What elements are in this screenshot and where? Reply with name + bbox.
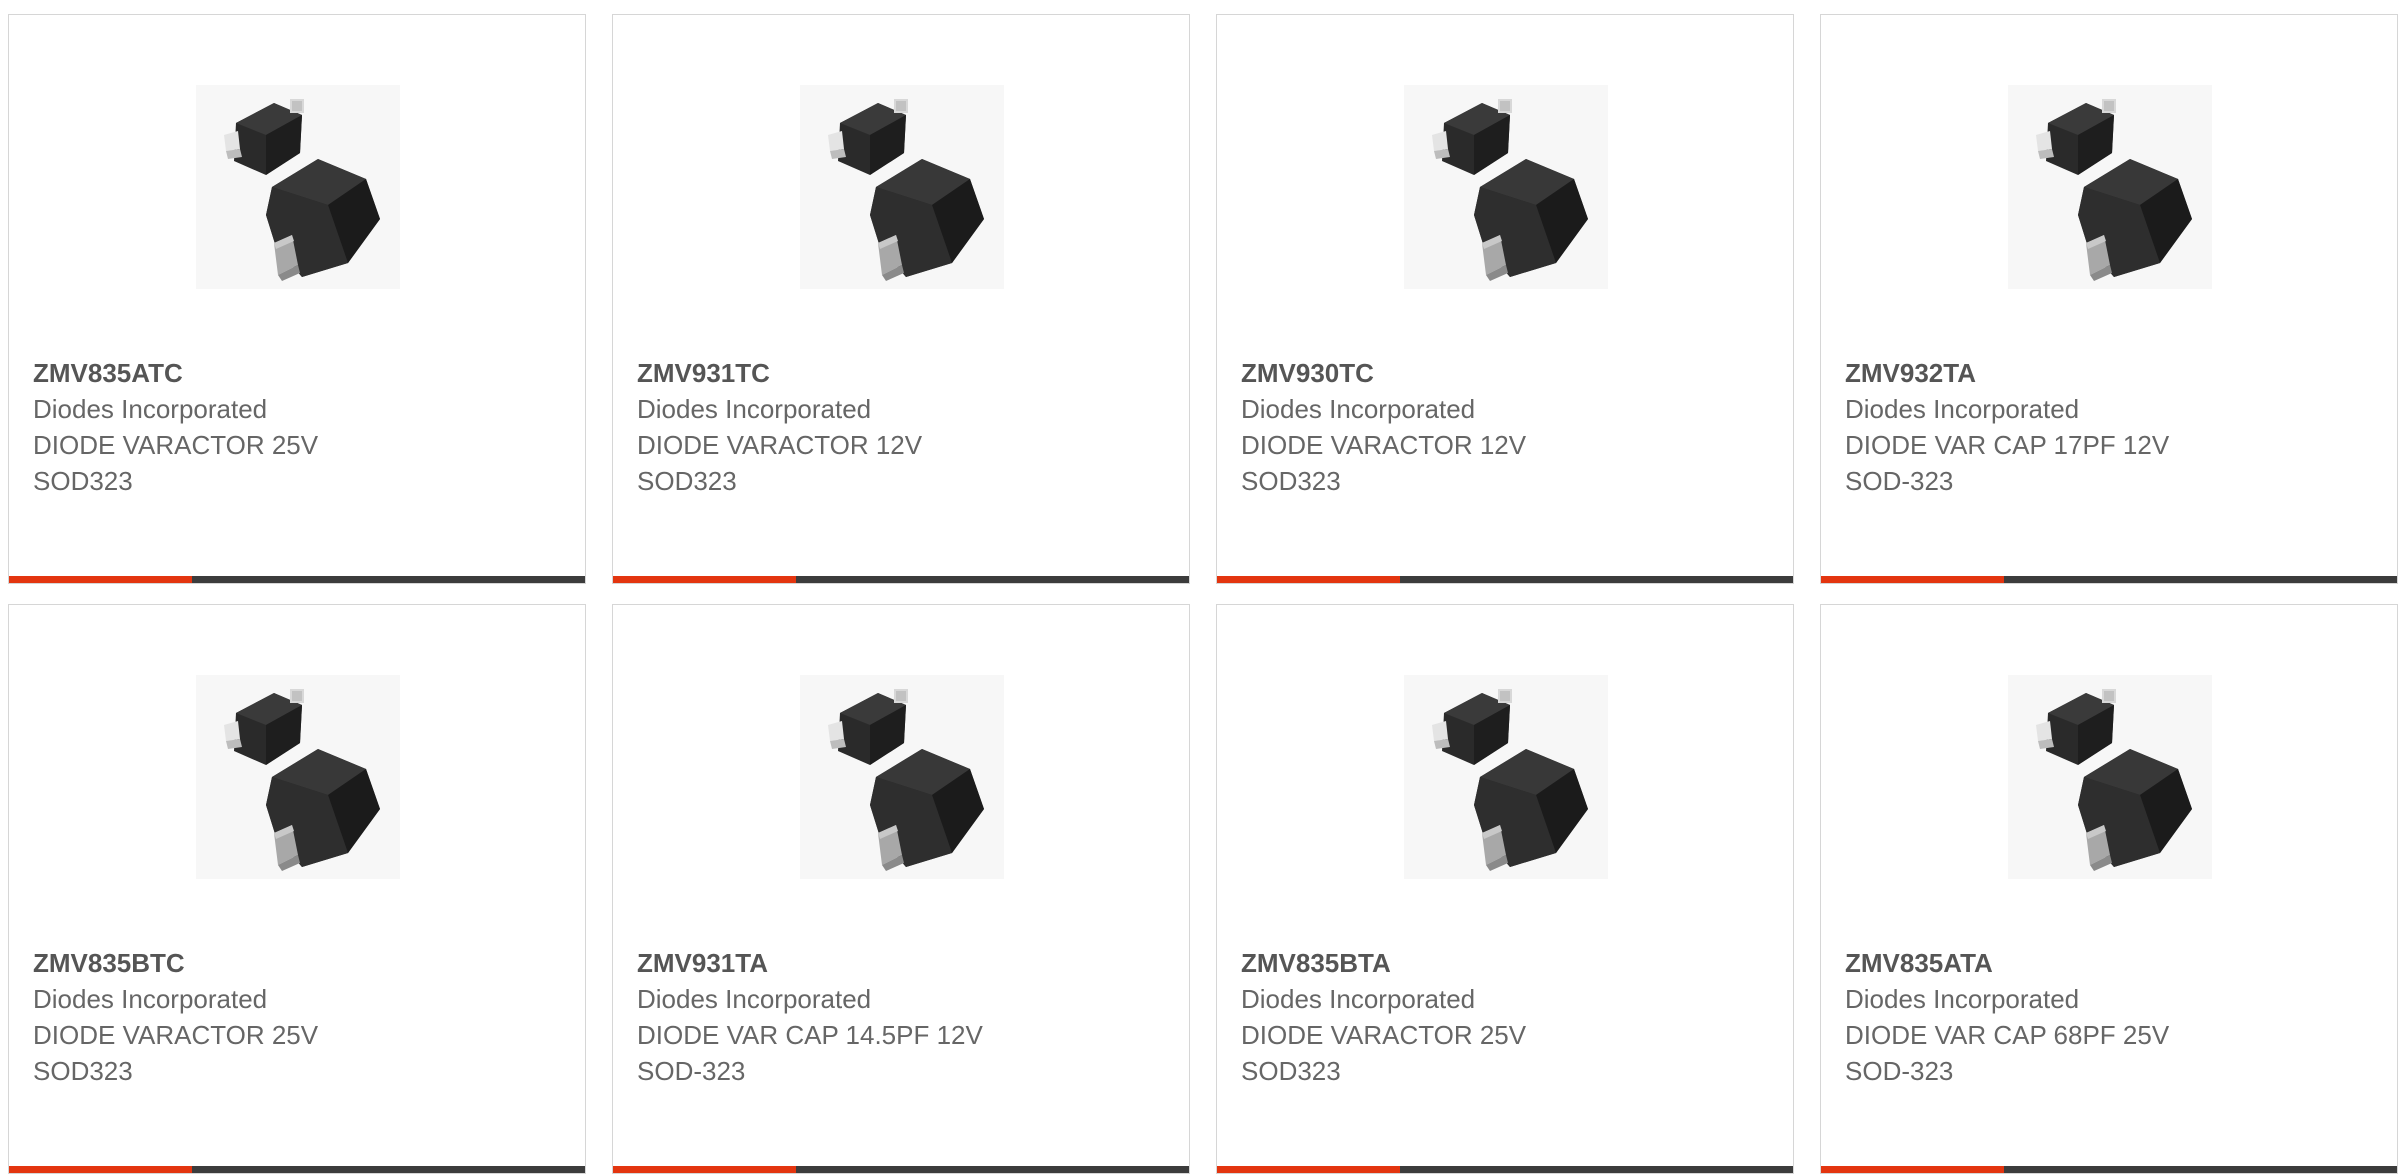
manufacturer-name: Diodes Incorporated — [1241, 394, 1476, 424]
manufacturer-name: Diodes Incorporated — [33, 984, 268, 1014]
package-type: SOD-323 — [637, 1056, 746, 1086]
product-description: DIODE VAR CAP 68PF 25V — [1845, 1020, 2170, 1050]
card-bottom-bar — [613, 1166, 1189, 1173]
card-accent-bar — [9, 576, 192, 583]
product-card[interactable]: ZMV835BTC Diodes Incorporated DIODE VARACT… — [8, 604, 586, 1174]
product-image[interactable] — [1404, 675, 1608, 879]
sod323-diode-package-image — [2036, 99, 2192, 281]
manufacturer-name: Diodes Incorporated — [637, 394, 872, 424]
product-image[interactable] — [2008, 675, 2212, 879]
product-info: ZMV932TA Diodes Incorporated DIODE VAR CAP… — [1845, 355, 2377, 499]
product-info: ZMV835BTC Diodes Incorporated DIODE VARACT… — [33, 945, 565, 1089]
package-type: SOD323 — [33, 466, 133, 496]
card-accent-bar — [613, 1166, 796, 1173]
part-number[interactable]: ZMV835ATC — [33, 355, 565, 391]
card-bottom-bar — [1821, 576, 2397, 583]
product-image[interactable] — [196, 85, 400, 289]
manufacturer-name: Diodes Incorporated — [1241, 984, 1476, 1014]
part-number[interactable]: ZMV835BTC — [33, 945, 565, 981]
product-description: DIODE VARACTOR 12V — [637, 430, 923, 460]
product-description: DIODE VARACTOR 25V — [33, 1020, 319, 1050]
product-info: ZMV835ATA Diodes Incorporated DIODE VAR CA… — [1845, 945, 2377, 1089]
card-bottom-bar — [9, 1166, 585, 1173]
card-bottom-bar — [9, 576, 585, 583]
sod323-diode-package-image — [2036, 689, 2192, 871]
card-accent-bar — [1217, 1166, 1400, 1173]
product-description: DIODE VARACTOR 25V — [33, 430, 319, 460]
product-info: ZMV931TA Diodes Incorporated DIODE VAR CAP… — [637, 945, 1169, 1089]
product-image[interactable] — [800, 85, 1004, 289]
card-bottom-bar — [1217, 1166, 1793, 1173]
product-info: ZMV931TC Diodes Incorporated DIODE VARACTO… — [637, 355, 1169, 499]
package-type: SOD-323 — [1845, 1056, 1954, 1086]
card-accent-bar — [9, 1166, 192, 1173]
card-bottom-bar — [1821, 1166, 2397, 1173]
sod323-diode-package-image — [1432, 689, 1588, 871]
product-description: DIODE VARACTOR 25V — [1241, 1020, 1527, 1050]
part-number[interactable]: ZMV835BTA — [1241, 945, 1773, 981]
product-card[interactable]: ZMV932TA Diodes Incorporated DIODE VAR CAP… — [1820, 14, 2398, 584]
card-accent-bar — [1821, 576, 2004, 583]
package-type: SOD323 — [1241, 1056, 1341, 1086]
product-image[interactable] — [1404, 85, 1608, 289]
product-image[interactable] — [800, 675, 1004, 879]
manufacturer-name: Diodes Incorporated — [637, 984, 872, 1014]
product-card[interactable]: ZMV835BTA Diodes Incorporated DIODE VARACT… — [1216, 604, 1794, 1174]
sod323-diode-package-image — [224, 99, 380, 281]
package-type: SOD323 — [33, 1056, 133, 1086]
card-accent-bar — [1217, 576, 1400, 583]
sod323-diode-package-image — [828, 99, 984, 281]
product-image[interactable] — [2008, 85, 2212, 289]
part-number[interactable]: ZMV930TC — [1241, 355, 1773, 391]
product-card[interactable]: ZMV931TC Diodes Incorporated DIODE VARACTO… — [612, 14, 1190, 584]
product-card[interactable]: ZMV835ATA Diodes Incorporated DIODE VAR CA… — [1820, 604, 2398, 1174]
product-description: DIODE VAR CAP 17PF 12V — [1845, 430, 2170, 460]
product-image[interactable] — [196, 675, 400, 879]
manufacturer-name: Diodes Incorporated — [33, 394, 268, 424]
product-info: ZMV835BTA Diodes Incorporated DIODE VARACT… — [1241, 945, 1773, 1089]
product-card[interactable]: ZMV931TA Diodes Incorporated DIODE VAR CAP… — [612, 604, 1190, 1174]
part-number[interactable]: ZMV835ATA — [1845, 945, 2377, 981]
part-number[interactable]: ZMV931TA — [637, 945, 1169, 981]
product-card[interactable]: ZMV835ATC Diodes Incorporated DIODE VARACT… — [8, 14, 586, 584]
package-type: SOD323 — [637, 466, 737, 496]
card-bottom-bar — [1217, 576, 1793, 583]
package-type: SOD-323 — [1845, 466, 1954, 496]
part-number[interactable]: ZMV932TA — [1845, 355, 2377, 391]
sod323-diode-package-image — [828, 689, 984, 871]
part-number[interactable]: ZMV931TC — [637, 355, 1169, 391]
card-bottom-bar — [613, 576, 1189, 583]
product-info: ZMV930TC Diodes Incorporated DIODE VARACTO… — [1241, 355, 1773, 499]
package-type: SOD323 — [1241, 466, 1341, 496]
sod323-diode-package-image — [1432, 99, 1588, 281]
product-grid: ZMV835ATC Diodes Incorporated DIODE VARACT… — [8, 14, 2398, 1174]
product-info: ZMV835ATC Diodes Incorporated DIODE VARACT… — [33, 355, 565, 499]
card-accent-bar — [613, 576, 796, 583]
manufacturer-name: Diodes Incorporated — [1845, 394, 2080, 424]
product-description: DIODE VARACTOR 12V — [1241, 430, 1527, 460]
sod323-diode-package-image — [224, 689, 380, 871]
manufacturer-name: Diodes Incorporated — [1845, 984, 2080, 1014]
product-card[interactable]: ZMV930TC Diodes Incorporated DIODE VARACTO… — [1216, 14, 1794, 584]
product-description: DIODE VAR CAP 14.5PF 12V — [637, 1020, 983, 1050]
card-accent-bar — [1821, 1166, 2004, 1173]
